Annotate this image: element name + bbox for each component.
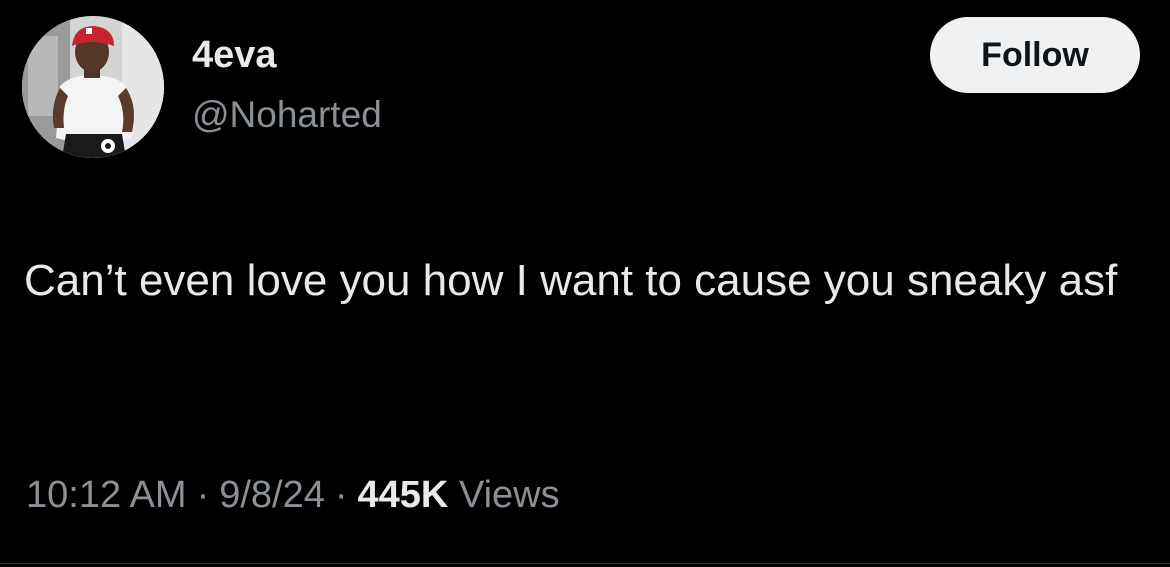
avatar[interactable]	[22, 16, 164, 158]
meta-separator: ·	[196, 474, 210, 516]
avatar-photo	[22, 16, 164, 158]
views-label: Views	[458, 474, 560, 516]
tweet-card: 4eva @Noharted Follow Can’t even love yo…	[0, 0, 1170, 567]
tweet-time[interactable]: 10:12 AM	[26, 474, 187, 516]
display-name[interactable]: 4eva	[192, 36, 277, 74]
divider	[0, 563, 1170, 564]
tweet-text: Can’t even love you how I want to cause …	[24, 256, 1118, 305]
follow-button[interactable]: Follow	[930, 17, 1140, 93]
tweet-date[interactable]: 9/8/24	[219, 474, 325, 516]
views-count[interactable]: 445K	[358, 474, 449, 516]
meta-separator: ·	[334, 474, 348, 516]
user-handle[interactable]: @Noharted	[192, 96, 382, 133]
tweet-meta: 10:12 AM · 9/8/24 · 445K Views	[26, 476, 560, 514]
